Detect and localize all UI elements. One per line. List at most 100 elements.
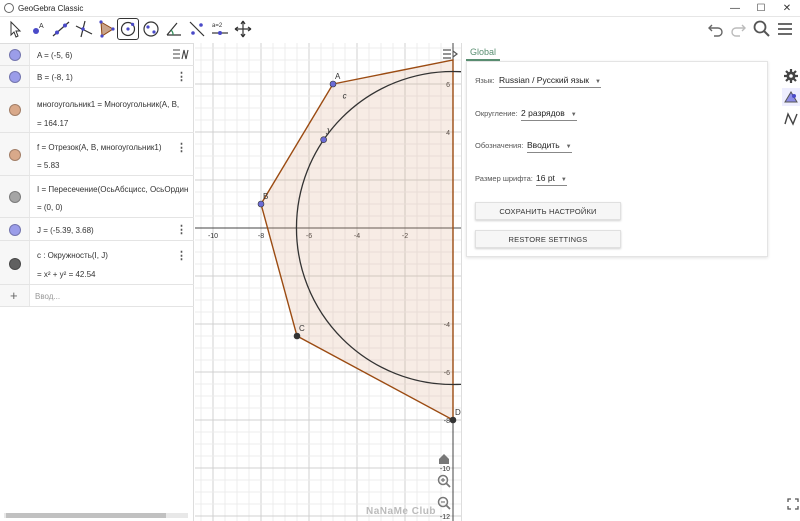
zoom-out-button[interactable] — [436, 495, 452, 511]
slider-tool-button[interactable]: a=2 — [209, 18, 231, 40]
close-button[interactable]: ✕ — [774, 0, 800, 17]
more-options-icon[interactable]: ⋮ — [176, 223, 187, 236]
fullscreen-button[interactable] — [784, 495, 800, 513]
visibility-toggle[interactable] — [9, 49, 21, 61]
move-graphics-view-tool-button[interactable] — [232, 18, 254, 40]
line-tool-button[interactable] — [50, 18, 72, 40]
restore-settings-button[interactable]: RESTORE SETTINGS — [475, 230, 621, 248]
settings-tab-button[interactable] — [782, 67, 800, 85]
angle-tool-button[interactable] — [163, 18, 185, 40]
home-button[interactable] — [436, 451, 452, 467]
scrollbar-thumb[interactable] — [6, 513, 166, 518]
maximize-button[interactable]: ☐ — [748, 0, 774, 17]
watermark: NaNaMe Club — [366, 506, 436, 517]
algebra-description-toggle-button[interactable] — [172, 47, 190, 62]
y-tick-label: -10 — [440, 466, 450, 473]
graphics-style-bar-button[interactable] — [442, 47, 458, 61]
algebra-settings-tab-button[interactable] — [782, 110, 800, 128]
algebra-row-c[interactable]: c : Окружность(I, J) ⋮ = x² + y² = 42.54 — [0, 241, 194, 285]
redo-button[interactable] — [728, 19, 748, 39]
more-options-icon[interactable]: ⋮ — [176, 249, 187, 262]
graphics-triangle-icon — [784, 91, 798, 103]
algebra-input-row[interactable]: + Ввод... — [0, 285, 194, 307]
algebra-value: = 164.17 — [37, 119, 69, 128]
algebra-row-B[interactable]: B = (-8, 1) ⋮ — [0, 66, 194, 88]
labeling-label: Обозначения: — [475, 141, 524, 150]
circle-with-center-icon — [120, 21, 136, 37]
point-J[interactable] — [320, 136, 327, 143]
search-button[interactable] — [752, 19, 772, 39]
fullscreen-icon — [787, 498, 799, 510]
algebra-row-I[interactable]: I = Пересечение(ОсьАбсцисс, ОсьОрдин = (… — [0, 176, 194, 218]
font-size-label: Размер шрифта: — [475, 174, 533, 183]
algebra-definition[interactable]: f = Отрезок(A, B, многоугольник1) — [37, 143, 177, 152]
rounding-select[interactable]: 2 разрядов ▼ — [521, 108, 577, 121]
visibility-toggle[interactable] — [9, 224, 21, 236]
reflect-tool-button[interactable] — [186, 18, 208, 40]
ellipse-icon — [143, 21, 159, 37]
polygon-tool-button[interactable] — [96, 18, 118, 40]
x-tick-label: -10 — [208, 233, 218, 240]
arrow-cursor-icon — [10, 20, 22, 38]
algebra-row-polygon[interactable]: многоугольник1 = Многоугольник(A, B, = 1… — [0, 88, 194, 133]
graphics-view[interactable]: -12-10-8-6-4-264-4-6-8-10-12cABCDJ — [195, 43, 461, 521]
point-label: B — [263, 192, 268, 201]
redo-icon — [731, 24, 746, 37]
settings-tabbar: Global — [462, 43, 800, 61]
algebra-row-f[interactable]: f = Отрезок(A, B, многоугольник1) ⋮ = 5.… — [0, 133, 194, 176]
caret-down-icon: ▼ — [560, 177, 567, 183]
point-A[interactable] — [329, 80, 337, 88]
algebra-definition[interactable]: многоугольник1 = Многоугольник(A, B, — [37, 100, 193, 109]
search-icon — [753, 20, 770, 37]
font-size-select[interactable]: 16 pt ▼ — [536, 173, 567, 186]
perpendicular-line-icon — [75, 20, 93, 38]
save-settings-button[interactable]: СОХРАНИТЬ НАСТРОЙКИ — [475, 202, 621, 220]
visibility-toggle[interactable] — [9, 191, 21, 203]
point-label: C — [299, 324, 305, 333]
move-tool-button[interactable] — [4, 18, 26, 40]
geogebra-logo-icon — [4, 3, 14, 13]
algebra-row-A[interactable]: A = (-5, 6) — [0, 44, 194, 66]
undo-button[interactable] — [706, 19, 726, 39]
visibility-toggle[interactable] — [9, 104, 21, 116]
algebra-n-icon — [784, 112, 798, 126]
visibility-toggle[interactable] — [9, 149, 21, 161]
visibility-toggle[interactable] — [9, 71, 21, 83]
home-icon — [439, 454, 449, 464]
point-C[interactable] — [293, 332, 301, 340]
zoom-in-button[interactable] — [436, 473, 452, 489]
algebra-definition[interactable]: J = (-5.39, 3.68) — [37, 226, 94, 235]
tab-global[interactable]: Global — [466, 44, 501, 61]
algebra-definition[interactable]: I = Пересечение(ОсьАбсцисс, ОсьОрдин — [37, 185, 193, 194]
point-B[interactable] — [257, 200, 265, 208]
plus-icon[interactable]: + — [10, 288, 18, 303]
algebra-value: = 5.83 — [37, 161, 60, 170]
point-tool-button[interactable]: A — [27, 18, 49, 40]
main-menu-button[interactable] — [775, 19, 795, 39]
caret-down-icon: ▼ — [595, 79, 601, 85]
circle-center-point-tool-button[interactable] — [117, 18, 139, 40]
algebra-definition[interactable]: A = (-5, 6) — [37, 51, 72, 60]
minimize-button[interactable]: — — [722, 0, 748, 17]
labeling-select[interactable]: Вводить ▼ — [527, 140, 572, 153]
point-D[interactable] — [449, 416, 457, 424]
language-select[interactable]: Russian / Русский язык ▼ — [499, 75, 601, 88]
caret-down-icon: ▼ — [565, 144, 572, 150]
ellipse-tool-button[interactable] — [140, 18, 162, 40]
language-value: Russian / Русский язык — [499, 75, 590, 85]
graphics-settings-tab-button[interactable] — [782, 88, 800, 106]
svg-text:a=2: a=2 — [212, 23, 223, 29]
algebra-row-J[interactable]: J = (-5.39, 3.68) ⋮ — [0, 218, 194, 241]
polygon-mnogougolnik1[interactable] — [260, 59, 454, 422]
graphics-canvas[interactable]: -12-10-8-6-4-264-4-6-8-10-12cABCDJ — [195, 43, 461, 521]
visibility-toggle[interactable] — [9, 258, 21, 270]
more-options-icon[interactable]: ⋮ — [176, 141, 187, 154]
polygon-icon — [99, 20, 115, 38]
algebra-definition[interactable]: B = (-8, 1) — [37, 73, 73, 82]
algebra-definition[interactable]: c : Окружность(I, J) — [37, 251, 108, 260]
perpendicular-line-tool-button[interactable] — [73, 18, 95, 40]
window-title: GeoGebra Classic — [18, 4, 84, 13]
more-options-icon[interactable]: ⋮ — [176, 70, 187, 83]
algebra-input[interactable]: Ввод... — [35, 292, 60, 301]
horizontal-scrollbar[interactable] — [4, 513, 188, 518]
